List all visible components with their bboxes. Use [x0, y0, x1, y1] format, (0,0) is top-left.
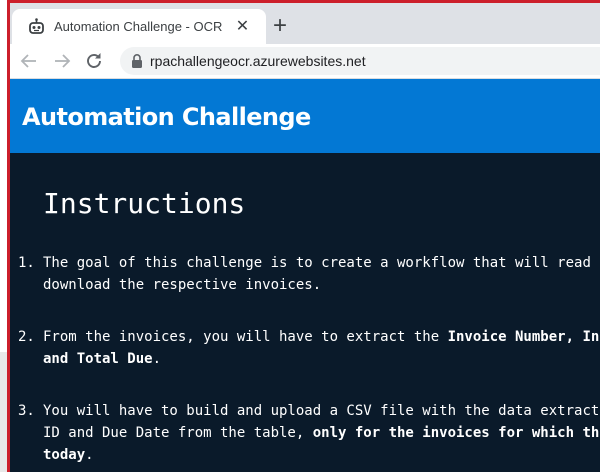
item-text: The goal of this challenge is to create …: [43, 255, 591, 271]
forward-arrow-icon[interactable]: [51, 50, 73, 72]
item-text-bold: only for the invoices for which th: [312, 425, 600, 441]
site-header: Automation Challenge: [10, 79, 600, 153]
active-tab[interactable]: Automation Challenge - OCR ✕: [12, 9, 266, 44]
browser-toolbar: rpachallengeocr.azurewebsites.net: [10, 44, 600, 78]
tab-strip: Automation Challenge - OCR ✕ +: [10, 3, 600, 44]
close-tab-icon[interactable]: ✕: [234, 18, 251, 35]
left-edge-strip: [0, 0, 10, 472]
site-title: Automation Challenge: [22, 103, 311, 131]
item-number: 1.: [18, 255, 35, 271]
url-text[interactable]: rpachallengeocr.azurewebsites.net: [150, 53, 366, 69]
tab-title: Automation Challenge - OCR: [54, 19, 223, 34]
item-text: From the invoices, you will have to extr…: [43, 329, 448, 345]
item-text: .: [152, 351, 162, 367]
robot-icon: [29, 18, 44, 34]
item-text: ID and Due Date from the table,: [43, 425, 313, 441]
instruction-item-2: 2. From the invoices, you will have to ex…: [18, 326, 600, 370]
instructions-heading: Instructions: [43, 187, 246, 220]
background-window-fragment: [0, 352, 7, 472]
browser-window: Automation Challenge - OCR ✕ + rpachalle…: [0, 0, 600, 472]
address-bar[interactable]: rpachallengeocr.azurewebsites.net: [120, 47, 600, 75]
item-text-bold: and Total Due: [43, 351, 153, 367]
instruction-item-3: 3. You will have to build and upload a CS…: [18, 400, 600, 466]
item-number: 3.: [18, 403, 35, 419]
item-number: 2.: [18, 329, 35, 345]
instruction-item-1: 1. The goal of this challenge is to creat…: [18, 252, 600, 296]
lock-icon[interactable]: [130, 53, 144, 69]
item-text-bold: Invoice Number, In: [447, 329, 600, 345]
item-text: .: [85, 447, 94, 463]
reload-icon[interactable]: [83, 50, 105, 72]
item-text-bold: today: [43, 447, 86, 463]
item-text: download the respective invoices.: [43, 277, 322, 293]
new-tab-button[interactable]: +: [268, 14, 292, 39]
item-text: You will have to build and upload a CSV …: [43, 403, 600, 419]
back-arrow-icon[interactable]: [18, 50, 40, 72]
instructions-panel: Instructions 1. The goal of this challeng…: [10, 153, 600, 472]
